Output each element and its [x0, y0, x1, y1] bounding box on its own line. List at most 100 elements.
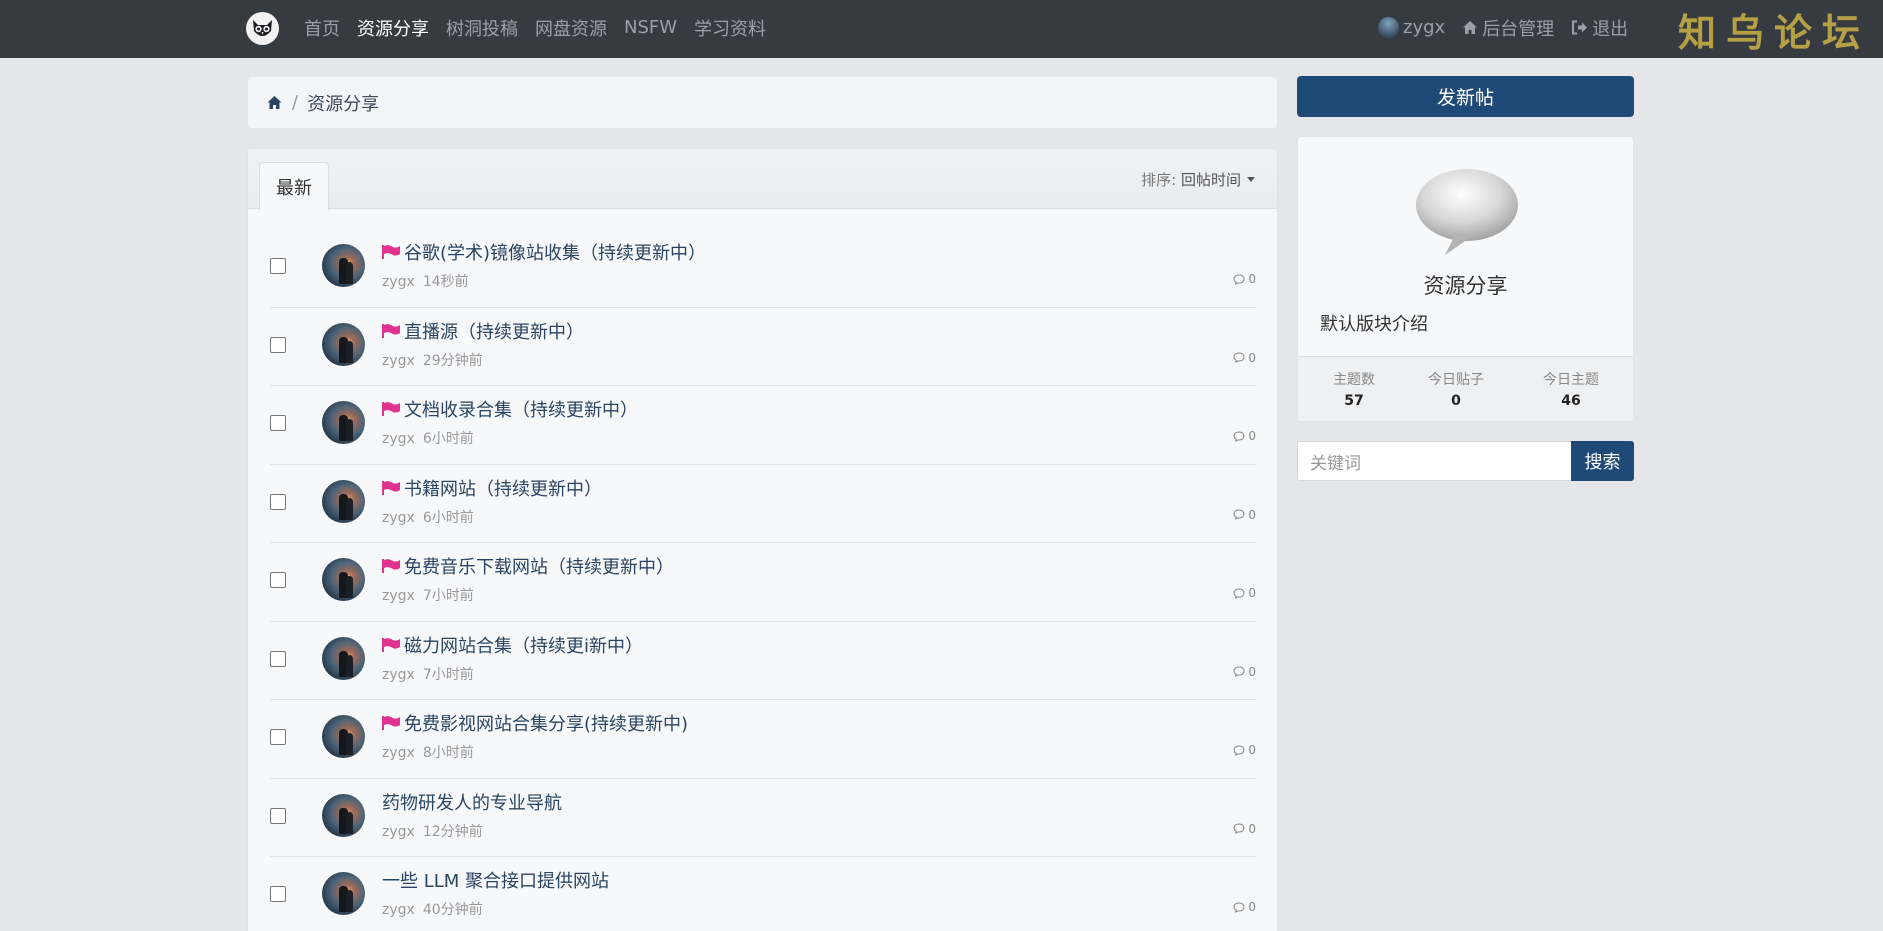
- thread-title: 免费音乐下载网站（持续更新中）: [404, 557, 674, 578]
- thread-row: 免费影视网站合集分享(持续更新中) zygx 8小时前 0: [270, 700, 1256, 779]
- stat-today-topics: 今日主题 46: [1515, 357, 1627, 409]
- avatar[interactable]: [322, 244, 365, 287]
- sort-dropdown[interactable]: 排序: 回帖时间: [1141, 169, 1255, 190]
- user-menu[interactable]: zygx: [1378, 17, 1445, 38]
- thread-title-link[interactable]: 书籍网站（持续更新中）: [382, 475, 602, 501]
- thread-row: 药物研发人的专业导航 zygx 12分钟前 0: [270, 779, 1256, 857]
- flag-icon: [382, 559, 400, 573]
- thread-title-link[interactable]: 直播源（持续更新中）: [382, 318, 584, 344]
- thread-time: 8小时前: [422, 745, 474, 761]
- user-avatar: [1378, 17, 1399, 38]
- thread-time: 12分钟前: [422, 823, 483, 840]
- thread-title-link[interactable]: 药物研发人的专业导航: [382, 789, 562, 815]
- thread-time: 29分钟前: [422, 352, 483, 369]
- thread-author[interactable]: zygx: [382, 667, 415, 683]
- thread-row: 一些 LLM 聚合接口提供网站 zygx 40分钟前 0: [270, 857, 1256, 931]
- reply-count-value: 0: [1248, 821, 1256, 836]
- thread-title-link[interactable]: 免费影视网站合集分享(持续更新中): [382, 710, 688, 736]
- thread-title-link[interactable]: 一些 LLM 聚合接口提供网站: [382, 867, 609, 893]
- owl-logo-icon[interactable]: [246, 12, 279, 45]
- nav-link-home[interactable]: 首页: [304, 15, 340, 41]
- forum-description: 默认版块介绍: [1320, 314, 1428, 335]
- thread-author[interactable]: zygx: [382, 745, 415, 761]
- thread-title: 药物研发人的专业导航: [382, 792, 562, 814]
- new-post-button[interactable]: 发新帖: [1297, 76, 1634, 117]
- tab-latest[interactable]: 最新: [259, 162, 329, 210]
- main-nav: 首页 资源分享 树洞投稿 网盘资源 NSFW 学习资料: [304, 0, 783, 55]
- home-icon: [1463, 21, 1478, 34]
- thread-checkbox[interactable]: [270, 493, 286, 510]
- logout-label: 退出: [1592, 18, 1629, 40]
- avatar[interactable]: [322, 872, 365, 915]
- reply-count: 0: [1233, 743, 1256, 757]
- thread-row: 直播源（持续更新中） zygx 29分钟前 0: [270, 308, 1256, 386]
- thread-meta: zygx 12分钟前: [382, 821, 483, 841]
- reply-count-value: 0: [1248, 664, 1256, 679]
- thread-checkbox[interactable]: [270, 729, 286, 745]
- thread-author[interactable]: zygx: [382, 274, 415, 290]
- thread-checkbox[interactable]: [270, 807, 286, 824]
- thread-checkbox[interactable]: [270, 258, 286, 274]
- avatar[interactable]: [322, 401, 365, 444]
- reply-count-value: 0: [1248, 350, 1256, 365]
- thread-list: 谷歌(学术)镜像站收集（持续更新中） zygx 14秒前 0 直播源（持续更新中） zyg…: [248, 229, 1277, 931]
- avatar[interactable]: [322, 793, 365, 837]
- thread-author[interactable]: zygx: [382, 353, 415, 369]
- thread-author[interactable]: zygx: [382, 510, 415, 526]
- home-icon[interactable]: [266, 95, 283, 110]
- nav-link-study[interactable]: 学习资料: [694, 15, 766, 41]
- admin-link[interactable]: 后台管理: [1462, 15, 1554, 41]
- thread-checkbox[interactable]: [270, 886, 286, 902]
- nav-link-treehole[interactable]: 树洞投稿: [446, 15, 518, 41]
- thread-title-link[interactable]: 磁力网站合集（持续更i新中）: [382, 632, 643, 658]
- nav-link-nsfw[interactable]: NSFW: [624, 17, 677, 38]
- thread-title-link[interactable]: 谷歌(学术)镜像站收集（持续更新中）: [382, 239, 706, 265]
- search-button[interactable]: 搜索: [1571, 441, 1634, 481]
- comment-icon: [1233, 509, 1245, 520]
- sort-label: 排序:: [1141, 171, 1177, 189]
- thread-author[interactable]: zygx: [382, 824, 415, 840]
- thread-checkbox[interactable]: [270, 415, 286, 431]
- reply-count: 0: [1233, 586, 1256, 600]
- comment-icon: [1233, 744, 1245, 756]
- thread-checkbox[interactable]: [270, 572, 286, 588]
- logout-link[interactable]: 退出: [1571, 15, 1628, 41]
- comment-icon: [1233, 273, 1245, 285]
- sort-value: 回帖时间: [1180, 171, 1241, 189]
- avatar[interactable]: [322, 479, 365, 523]
- flag-icon: [382, 402, 400, 416]
- forum-info-card: 资源分享 默认版块介绍 主题数 57 今日贴子 0 今日主题 46: [1297, 136, 1634, 422]
- reply-count: 0: [1233, 429, 1256, 443]
- nav-link-cloud-drive[interactable]: 网盘资源: [535, 15, 607, 41]
- user-name: zygx: [1403, 17, 1446, 38]
- flag-icon: [382, 323, 400, 338]
- breadcrumb-current: 资源分享: [307, 93, 380, 115]
- thread-title-link[interactable]: 文档收录合集（持续更新中）: [382, 396, 638, 422]
- thread-author[interactable]: zygx: [382, 902, 415, 918]
- reply-count: 0: [1233, 900, 1256, 914]
- comment-icon: [1233, 587, 1245, 599]
- flag-icon: [382, 480, 400, 495]
- reply-count-value: 0: [1248, 507, 1256, 522]
- thread-row: 谷歌(学术)镜像站收集（持续更新中） zygx 14秒前 0: [270, 229, 1256, 308]
- thread-author[interactable]: zygx: [382, 588, 415, 604]
- nav-link-resource-share[interactable]: 资源分享: [357, 15, 429, 41]
- thread-meta: zygx 40分钟前: [382, 899, 483, 919]
- avatar[interactable]: [322, 322, 365, 366]
- thread-row: 书籍网站（持续更新中） zygx 6小时前 0: [270, 465, 1256, 543]
- avatar[interactable]: [322, 715, 365, 758]
- thread-checkbox[interactable]: [270, 650, 286, 667]
- avatar[interactable]: [322, 636, 365, 680]
- thread-time: 14秒前: [422, 274, 469, 290]
- avatar[interactable]: [322, 558, 365, 601]
- reply-count-value: 0: [1248, 586, 1256, 600]
- stat-label: 今日主题: [1543, 372, 1599, 388]
- thread-title-link[interactable]: 免费音乐下载网站（持续更新中）: [382, 553, 674, 579]
- thread-author[interactable]: zygx: [382, 431, 415, 447]
- thread-checkbox[interactable]: [270, 336, 286, 353]
- search-input[interactable]: 关键词: [1297, 441, 1571, 481]
- thread-time: 40分钟前: [422, 902, 483, 918]
- thread-time: 6小时前: [422, 431, 474, 447]
- forum-stats: 主题数 57 今日贴子 0 今日主题 46: [1298, 356, 1633, 421]
- stat-topics: 主题数 57: [1298, 357, 1410, 409]
